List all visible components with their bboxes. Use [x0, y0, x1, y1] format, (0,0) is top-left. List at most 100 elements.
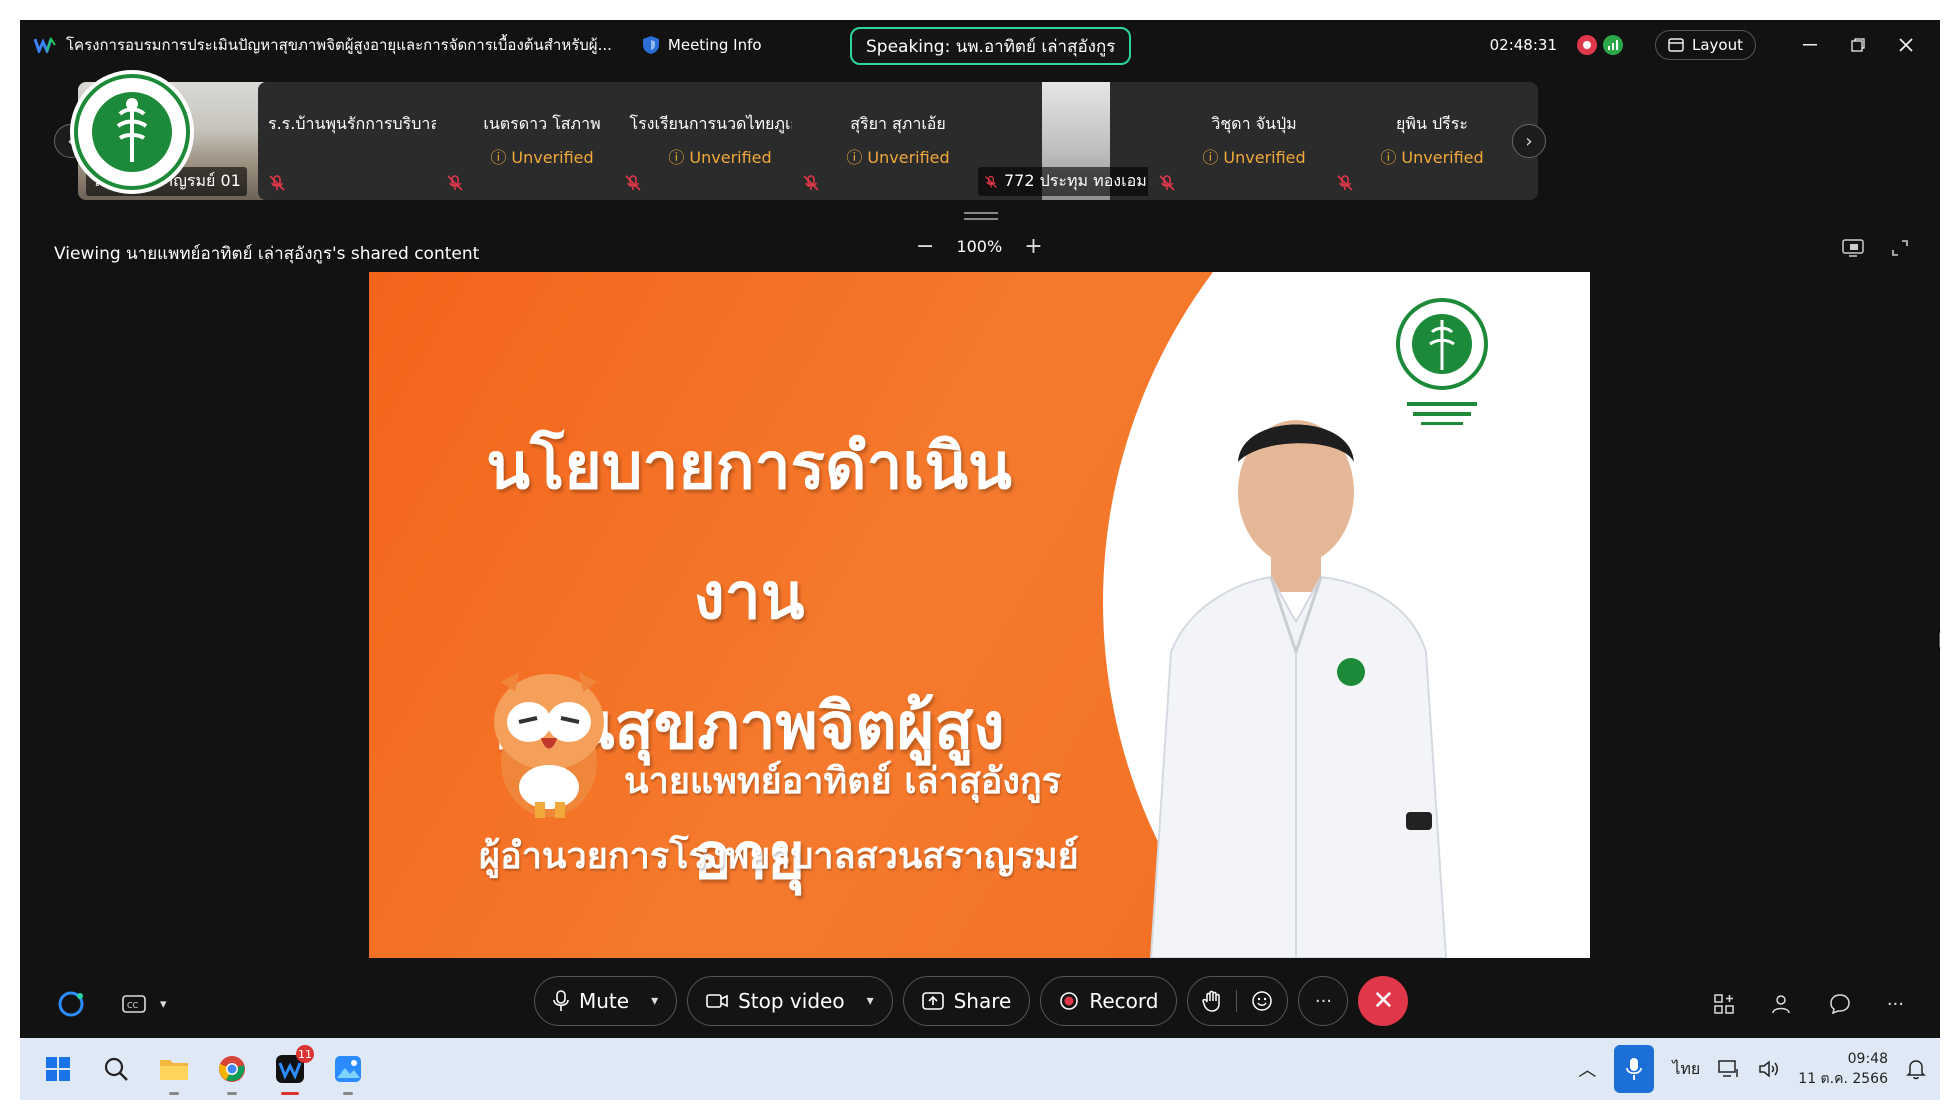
- microphone-icon: [553, 990, 569, 1011]
- running-indicator: [281, 1092, 299, 1095]
- zoom-controls: − 100% +: [916, 234, 1043, 259]
- microphone-icon: [1626, 1058, 1643, 1080]
- strip-next-button[interactable]: ›: [1512, 124, 1546, 158]
- meeting-controls-bar: CC ▾ Mute ▾ Stop video ▾ Share Record ··…: [20, 972, 1940, 1036]
- raise-hand-icon[interactable]: [1202, 990, 1222, 1012]
- webex-logo-icon: [34, 37, 56, 53]
- meeting-info-button[interactable]: Meeting Info: [642, 35, 762, 55]
- record-label: Record: [1089, 989, 1159, 1013]
- muted-mic-icon: [625, 175, 641, 191]
- minimize-button[interactable]: [1786, 25, 1834, 65]
- chrome-button[interactable]: [214, 1051, 250, 1095]
- search-button[interactable]: [98, 1051, 134, 1087]
- share-button[interactable]: Share: [902, 976, 1031, 1026]
- closed-captions-icon: CC: [122, 995, 146, 1013]
- recording-indicator-icon[interactable]: [1577, 35, 1597, 55]
- speaking-indicator: Speaking: นพ.อาทิตย์ เล่าสุอังกูร: [850, 27, 1132, 65]
- more-panels-icon[interactable]: ···: [1887, 994, 1904, 1015]
- running-indicator: [169, 1092, 179, 1095]
- webex-taskbar-button[interactable]: 11: [272, 1045, 314, 1095]
- input-language[interactable]: ไทย: [1672, 1057, 1700, 1082]
- muted-mic-icon: [985, 175, 997, 188]
- layout-button[interactable]: Layout: [1655, 30, 1756, 60]
- chat-icon[interactable]: [1829, 993, 1851, 1015]
- share-screen-icon: [921, 992, 944, 1010]
- reactions-group: [1187, 976, 1289, 1026]
- restore-button[interactable]: [1834, 25, 1882, 65]
- layout-label: Layout: [1692, 36, 1743, 54]
- strip-resize-handle[interactable]: [964, 212, 998, 220]
- muted-mic-icon: [269, 175, 285, 191]
- muted-mic-icon: [803, 175, 819, 191]
- participant-name: 772 ประทุม ทองเอม: [978, 167, 1153, 196]
- record-icon: [1060, 992, 1079, 1010]
- participant-strip: ‹ รพ.สวนสราญรมย์ 01 ร.ร.บ้านพุนรักการบริ…: [20, 70, 1940, 202]
- microphone-in-use-button[interactable]: [1614, 1045, 1655, 1093]
- meeting-title: โครงการอบรมการประเมินปัญหาสุขภาพจิตผู้สู…: [66, 36, 612, 54]
- meeting-info-label: Meeting Info: [667, 36, 762, 54]
- running-indicator: [343, 1092, 353, 1095]
- chrome-icon: [219, 1056, 245, 1082]
- layout-icon: [1668, 38, 1684, 52]
- chevron-up-icon[interactable]: ︿: [1578, 1056, 1596, 1082]
- zoom-level: 100%: [956, 237, 1003, 256]
- owl-mascot-icon: [494, 672, 604, 818]
- slide-ministry-logo-icon: [1396, 298, 1488, 425]
- chevron-down-icon[interactable]: ▾: [867, 993, 874, 1009]
- network-health-icon[interactable]: [1603, 35, 1623, 55]
- svg-text:CC: CC: [127, 1001, 139, 1010]
- notifications-icon[interactable]: [1906, 1058, 1926, 1080]
- slide-presenter-position: ผู้อำนวยการโรงพยาบาลสวนสราญรมย์: [479, 835, 1079, 877]
- more-options-button[interactable]: ···: [1298, 976, 1349, 1026]
- mouse-cursor-icon: [1938, 630, 1940, 651]
- apps-icon[interactable]: [1713, 993, 1735, 1015]
- share-label: Share: [953, 989, 1012, 1013]
- stop-video-label: Stop video: [738, 989, 845, 1013]
- slide-presenter-name: นายแพทย์อาทิตย์ เล่าสุอังกูร: [624, 760, 1062, 802]
- title-bar: โครงการอบรมการประเมินปัญหาสุขภาพจิตผู้สู…: [20, 20, 1940, 70]
- captions-button[interactable]: CC ▾: [122, 994, 167, 1014]
- chevron-down-icon: ▾: [160, 996, 167, 1012]
- shield-icon: [642, 36, 659, 54]
- mute-label: Mute: [579, 989, 630, 1013]
- photos-button[interactable]: [330, 1051, 366, 1095]
- pop-out-share-icon[interactable]: [1842, 238, 1864, 258]
- divider: [1236, 990, 1238, 1012]
- end-call-button[interactable]: ✕: [1358, 976, 1409, 1026]
- reactions-icon[interactable]: [1251, 990, 1273, 1012]
- mute-button[interactable]: Mute ▾: [534, 976, 678, 1026]
- notification-badge: 11: [296, 1045, 314, 1063]
- muted-mic-icon: [1159, 175, 1175, 191]
- participant-tile[interactable]: ยุพิน ปรีระ ⓘ Unverified: [1326, 82, 1538, 200]
- stop-video-button[interactable]: Stop video ▾: [687, 976, 893, 1026]
- system-clock[interactable]: 09:48 11 ต.ค. 2566: [1798, 1049, 1888, 1089]
- running-indicator: [227, 1092, 237, 1095]
- zoom-out-button[interactable]: −: [916, 234, 934, 259]
- start-button[interactable]: [40, 1051, 76, 1087]
- restore-icon: [1851, 38, 1865, 52]
- meeting-timer: 02:48:31: [1489, 36, 1557, 54]
- close-button[interactable]: [1882, 25, 1930, 65]
- photos-icon: [335, 1056, 361, 1082]
- minimize-icon: [1803, 44, 1817, 46]
- participant-name: ยุพิน ปรีระ: [1396, 114, 1468, 133]
- windows-taskbar: 11 ︿ ไทย 09:48 11 ต.ค. 2566: [20, 1038, 1940, 1100]
- record-button[interactable]: Record: [1040, 976, 1178, 1026]
- search-icon: [104, 1057, 128, 1081]
- participants-icon[interactable]: [1771, 993, 1793, 1015]
- webex-assistant-icon[interactable]: [56, 989, 86, 1019]
- ministry-logo-icon: [70, 70, 194, 194]
- network-icon[interactable]: [1718, 1059, 1740, 1079]
- file-explorer-button[interactable]: [156, 1051, 192, 1095]
- chevron-right-icon: ›: [1525, 130, 1533, 152]
- shared-slide: นโยบายการดำเนินงาน ด้านสุขภาพจิตผู้สูงอา…: [369, 272, 1590, 958]
- chevron-down-icon[interactable]: ▾: [651, 993, 658, 1009]
- webex-window: โครงการอบรมการประเมินปัญหาสุขภาพจิตผู้สู…: [20, 20, 1940, 1038]
- viewing-label: Viewing นายแพทย์อาทิตย์ เล่าสุอังกูร's s…: [54, 244, 480, 264]
- volume-icon[interactable]: [1758, 1059, 1780, 1079]
- unverified-badge: ⓘ Unverified: [1380, 148, 1484, 167]
- fullscreen-icon[interactable]: [1890, 238, 1910, 258]
- close-icon: [1899, 38, 1913, 52]
- video-camera-icon: [706, 994, 728, 1008]
- zoom-in-button[interactable]: +: [1024, 234, 1042, 259]
